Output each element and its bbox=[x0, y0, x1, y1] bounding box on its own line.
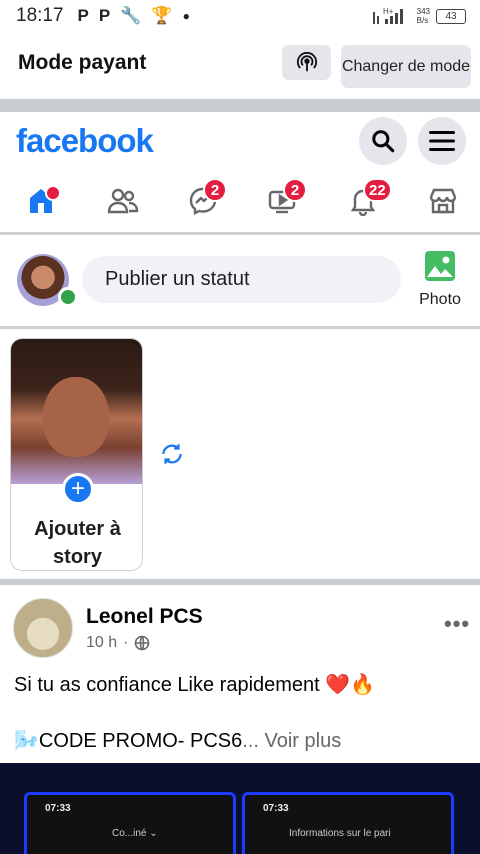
menu-button[interactable] bbox=[418, 117, 466, 165]
post-header: Leonel PCS 10 h · ••• bbox=[0, 586, 480, 666]
composer: Publier un statut Photo bbox=[0, 236, 480, 326]
system-status-bar: 18:17 P P 🔧 🏆 ● H+ 343 B/s 43 bbox=[0, 0, 480, 32]
see-more-link[interactable]: ... Voir plus bbox=[242, 730, 341, 752]
hamburger-icon bbox=[429, 131, 455, 151]
divider bbox=[0, 579, 480, 585]
globe-icon bbox=[135, 635, 150, 651]
tab-home[interactable] bbox=[3, 172, 83, 230]
net-speed: 343 B/s bbox=[416, 7, 430, 25]
post-author[interactable]: Leonel PCS bbox=[86, 605, 203, 629]
facebook-logo[interactable]: facebook bbox=[16, 122, 154, 160]
post-meta: 10 h · bbox=[86, 634, 150, 652]
svg-text:H+: H+ bbox=[383, 7, 394, 16]
broadcast-icon bbox=[296, 51, 317, 71]
create-story-card[interactable]: + Ajouter à story bbox=[10, 338, 143, 571]
face-shape bbox=[43, 377, 109, 457]
author-avatar[interactable] bbox=[13, 598, 73, 658]
tab-friends[interactable] bbox=[83, 172, 163, 230]
right-title: Informations sur le pari bbox=[289, 828, 391, 839]
signal-icon: H+ bbox=[372, 7, 403, 24]
app-header: facebook bbox=[0, 112, 480, 172]
screenshot-right: 07:33 Informations sur le pari bbox=[242, 792, 454, 854]
dot-icon: ● bbox=[182, 9, 190, 23]
mode-title: Mode payant bbox=[18, 51, 147, 74]
post-text-line1: Si tu as confiance Like rapidement ❤️🔥 bbox=[14, 674, 376, 696]
photo-icon bbox=[425, 251, 455, 281]
search-icon bbox=[372, 130, 395, 153]
photo-button[interactable]: Photo bbox=[410, 250, 470, 320]
divider bbox=[0, 99, 480, 112]
photo-label: Photo bbox=[419, 291, 461, 308]
screenshot-left: 07:33 Co...iné ⌄ bbox=[24, 792, 236, 854]
tab-messages[interactable]: 2 bbox=[163, 172, 243, 230]
divider bbox=[0, 232, 480, 235]
friends-icon bbox=[107, 188, 139, 214]
tab-video[interactable]: 2 bbox=[243, 172, 323, 230]
tab-notifications[interactable]: 22 bbox=[323, 172, 403, 230]
change-mode-button[interactable]: Changer de mode bbox=[341, 45, 471, 88]
notifications-badge: 22 bbox=[363, 178, 392, 202]
add-story-plus-icon[interactable]: + bbox=[62, 473, 94, 505]
parking-icon: P bbox=[77, 6, 89, 25]
left-title: Co...iné ⌄ bbox=[112, 828, 158, 839]
marketplace-icon bbox=[429, 188, 457, 214]
post-image[interactable]: 07:33 Co...iné ⌄ 07:33 Informations sur … bbox=[0, 763, 480, 854]
video-badge: 2 bbox=[283, 178, 307, 202]
add-story-label: Ajouter à story bbox=[34, 518, 121, 568]
battery-level: 43 bbox=[445, 10, 457, 22]
right-time: 07:33 bbox=[263, 803, 289, 814]
left-time: 07:33 bbox=[45, 803, 71, 814]
post-time[interactable]: 10 h bbox=[86, 634, 117, 652]
loading-refresh-icon bbox=[159, 441, 185, 472]
free-basics-button[interactable] bbox=[282, 45, 331, 80]
status-input[interactable]: Publier un statut bbox=[82, 256, 401, 303]
battery-icon: 43 bbox=[436, 8, 466, 24]
post-text-body: 🌬️CODE PROMO- PCS6 bbox=[14, 730, 243, 752]
online-indicator bbox=[58, 287, 78, 307]
home-dot bbox=[45, 185, 61, 201]
tab-bar: 2 2 22 bbox=[0, 172, 480, 232]
stories-tray: + Ajouter à story bbox=[0, 329, 480, 579]
parking-icon: P bbox=[98, 6, 111, 25]
wrench-icon: 🔧 bbox=[120, 6, 142, 25]
separator-dot: · bbox=[123, 634, 129, 651]
messages-badge: 2 bbox=[203, 178, 227, 202]
trophy-icon: 🏆 bbox=[151, 6, 173, 25]
mode-bar: Mode payant Changer de mode bbox=[0, 40, 480, 92]
post-text-line2: 🌬️CODE PROMO- PCS6... Voir plus bbox=[14, 728, 341, 753]
search-button[interactable] bbox=[359, 117, 407, 165]
tab-marketplace[interactable] bbox=[403, 172, 480, 230]
more-options-icon[interactable]: ••• bbox=[444, 611, 470, 637]
story-photo bbox=[11, 339, 142, 484]
clock: 18:17 bbox=[16, 5, 64, 26]
